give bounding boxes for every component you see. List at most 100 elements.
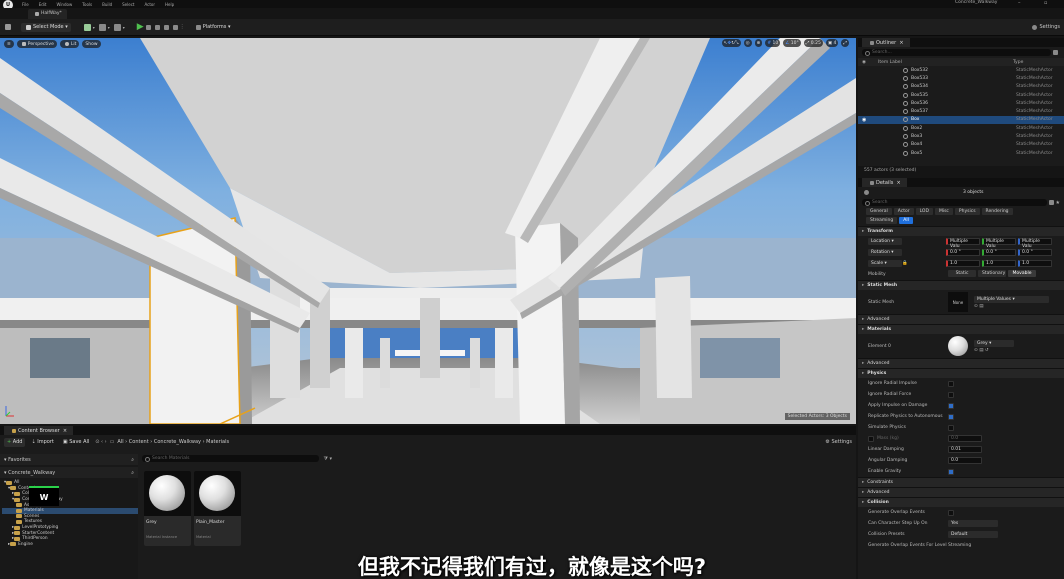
property-matrix-icon[interactable] [1048, 200, 1054, 205]
location-z-field[interactable]: Multiple Valu [1018, 238, 1052, 249]
menu-edit[interactable]: Edit [39, 2, 47, 7]
table-row[interactable]: Box533 StaticMeshActor [858, 74, 1064, 82]
static-mesh-advanced[interactable]: Advanced [858, 314, 1064, 324]
cinematics-chevron-icon[interactable]: ▾ [123, 25, 125, 30]
physics-prop-checkbox[interactable] [948, 380, 954, 387]
level-tab[interactable]: HalfWay* [28, 8, 67, 19]
table-row[interactable]: Box2 StaticMeshActor [858, 124, 1064, 132]
eye-icon[interactable]: ◉ [862, 117, 866, 123]
scale-z-field[interactable]: 1.0 [1018, 260, 1052, 267]
filter-rendering[interactable]: Rendering [981, 208, 1013, 215]
breadcrumb-materials[interactable]: Materials [206, 439, 229, 445]
physics-advanced[interactable]: Advanced [858, 487, 1064, 497]
menu-tools[interactable]: Tools [82, 2, 92, 7]
rotation-x-field[interactable]: 0.0 ° [946, 249, 980, 256]
rotation-dropdown[interactable]: Rotation ▾ [868, 249, 902, 256]
materials-section[interactable]: Materials [858, 324, 1064, 334]
viewport-menu-button[interactable]: ≡ [4, 40, 14, 48]
outliner-tab[interactable]: Outliner × [862, 38, 910, 47]
content-browser-tab[interactable]: Content Browser × [4, 426, 74, 435]
rotation-y-field[interactable]: 0.0 ° [982, 249, 1016, 256]
scale-snap-button[interactable]: ⤢ 0.25 [803, 39, 823, 47]
project-root-header[interactable]: ▾ Concrete_Walkway ⌕ [0, 467, 138, 478]
materials-advanced[interactable]: Advanced [858, 358, 1064, 368]
world-local-icon[interactable]: ◎ [743, 39, 752, 47]
material-dropdown[interactable]: Grey ▾ [974, 339, 1014, 347]
outliner-search-input[interactable]: Search... [862, 49, 1051, 56]
eject-icon[interactable] [172, 24, 178, 30]
table-row[interactable]: Box537 StaticMeshActor [858, 107, 1064, 115]
history-icon[interactable]: ⊙ ‹ › [95, 439, 106, 445]
physics-prop-checkbox[interactable] [948, 424, 954, 431]
enable-gravity-checkbox[interactable] [948, 468, 954, 475]
lit-button[interactable]: Lit [59, 40, 80, 48]
table-row[interactable]: Box4 StaticMeshActor [858, 141, 1064, 149]
mass-field[interactable]: 0.0 [948, 435, 982, 442]
asset-card-plain-master[interactable]: Plain_Master Material [194, 471, 241, 546]
details-search-input[interactable]: Search [862, 199, 1047, 206]
browse-asset-icon[interactable]: ⊙ ▤ [974, 304, 1049, 309]
add-button[interactable]: + Add [4, 437, 26, 447]
filter-general[interactable]: General [866, 208, 892, 215]
scale-x-field[interactable]: 1.0 [946, 260, 980, 267]
filter-streaming[interactable]: Streaming [866, 217, 898, 224]
material-browse-icon[interactable]: ⊙ ▤ ↺ [974, 348, 1014, 353]
filter-actor[interactable]: Actor [893, 208, 914, 215]
blueprint-chevron-icon[interactable]: ▾ [108, 25, 110, 30]
minimize-icon[interactable]: – [1018, 0, 1021, 6]
collision-presets-dropdown[interactable]: Default [948, 531, 998, 538]
menu-window[interactable]: Window [56, 2, 72, 7]
physics-prop-checkbox[interactable] [948, 402, 954, 409]
static-mesh-dropdown[interactable]: Multiple Values ▾ [974, 295, 1049, 303]
rotation-z-field[interactable]: 0.0 ° [1018, 249, 1052, 256]
select-mode-dropdown[interactable]: Select Mode ▾ [21, 22, 71, 32]
table-row[interactable]: Box532 StaticMeshActor [858, 66, 1064, 74]
pause-icon[interactable] [154, 24, 160, 30]
lock-icon[interactable]: 🔒 [902, 261, 908, 266]
add-actor-chevron-icon[interactable]: ▾ [93, 25, 95, 30]
linear-damping-field[interactable]: 0.01 [948, 446, 982, 453]
table-row[interactable]: Box534 StaticMeshActor [858, 83, 1064, 91]
mobility-static[interactable]: Static [948, 270, 976, 277]
menu-build[interactable]: Build [102, 2, 112, 7]
menu-file[interactable]: File [22, 2, 29, 7]
location-dropdown[interactable]: Location ▾ [868, 238, 902, 245]
filter-physics[interactable]: Physics [954, 208, 980, 215]
table-row[interactable]: Box3 StaticMeshActor [858, 132, 1064, 140]
physics-section[interactable]: Physics [858, 368, 1064, 378]
static-mesh-section[interactable]: Static Mesh [858, 280, 1064, 290]
import-button[interactable]: ⇣ Import [28, 438, 56, 447]
mobility-movable[interactable]: Movable [1008, 270, 1036, 277]
location-y-field[interactable]: Multiple Valu [982, 238, 1016, 249]
location-x-field[interactable]: Multiple Valu [946, 238, 980, 249]
filter-icon[interactable]: ⧩ ▾ [323, 456, 332, 462]
transform-tools[interactable]: ↖ ✥ ↻ ⤡ [721, 39, 741, 47]
perspective-button[interactable]: Perspective [16, 40, 57, 48]
surface-snap-icon[interactable]: ⊕ [754, 39, 763, 47]
menu-actor[interactable]: Actor [144, 2, 155, 7]
constraints-section[interactable]: Constraints [858, 477, 1064, 487]
table-row[interactable]: Box536 StaticMeshActor [858, 99, 1064, 107]
restore-icon[interactable]: ▫ [1044, 0, 1047, 6]
physics-prop-checkbox[interactable] [948, 391, 954, 398]
menu-select[interactable]: Select [122, 2, 134, 7]
filter-lod[interactable]: LOD [915, 208, 933, 215]
menu-help[interactable]: Help [165, 2, 174, 7]
stop-icon[interactable] [163, 24, 169, 30]
save-icon[interactable] [5, 24, 11, 30]
table-row-selected[interactable]: ◉ Box StaticMeshActor [858, 115, 1064, 125]
scale-y-field[interactable]: 1.0 [982, 260, 1016, 267]
scale-dropdown[interactable]: Scale ▾ [868, 260, 902, 267]
breadcrumb-content[interactable]: Content [129, 439, 149, 445]
play-icon[interactable]: ▶ [137, 22, 144, 32]
favorites-search-icon[interactable]: ⌕ [131, 457, 134, 463]
outliner-filter-icon[interactable] [1053, 50, 1058, 55]
rotation-snap-button[interactable]: ∠ 10° [783, 39, 801, 47]
favorites-header[interactable]: ▾ Favorites ⌕ [0, 454, 138, 465]
table-row[interactable]: Box5 StaticMeshActor [858, 149, 1064, 157]
item-label-column[interactable]: Item Label [878, 60, 1013, 65]
breadcrumb-all[interactable]: All [117, 439, 123, 445]
collision-section[interactable]: Collision [858, 497, 1064, 507]
cinematics-icon[interactable] [113, 23, 121, 31]
show-button[interactable]: Show [82, 40, 101, 48]
